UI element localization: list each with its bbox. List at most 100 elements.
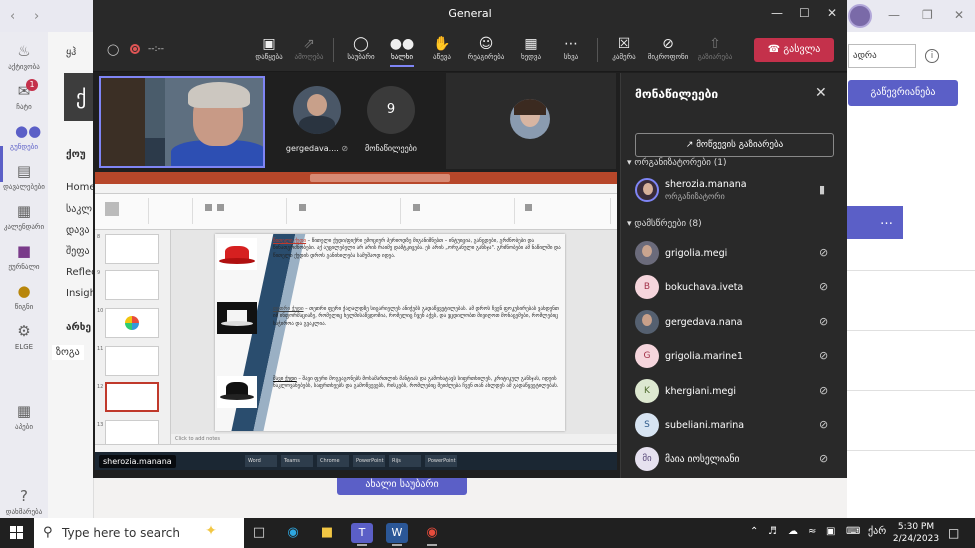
chat-button[interactable]: ◯ საუბარი (339, 35, 383, 61)
video-background (101, 78, 145, 166)
participants-panel: მონაწილეები ✕ ↗ მოწვევის გაზიარება ▾ ორგ… (620, 73, 847, 478)
close-icon[interactable]: ✕ (815, 85, 827, 101)
wifi-icon[interactable]: ≈ (808, 526, 816, 537)
mic-button[interactable]: ⊘ მიკროფონი (646, 35, 690, 61)
attendees-header[interactable]: ▾ დამსწრეები (8) (627, 219, 702, 229)
rail-item-chat[interactable]: ✉ 1 ჩატი (0, 79, 48, 111)
slide-thumbnail[interactable] (105, 308, 159, 338)
participant-row[interactable]: grigolia.megi ⊘ (621, 239, 848, 269)
close-icon[interactable]: ✕ (827, 6, 837, 20)
avatar: S (635, 413, 659, 437)
slide-thumbnail-selected[interactable] (105, 382, 159, 412)
slide-thumbnail[interactable] (105, 234, 159, 264)
join-button[interactable]: გაწევრიანება (848, 80, 958, 106)
more-icon: ⋯ (564, 36, 578, 52)
participant-row[interactable]: S subeliani.marina ⊘ (621, 411, 848, 441)
recording-icon (130, 44, 140, 54)
channel-insights[interactable]: Insigh (66, 288, 96, 299)
speaker-icon[interactable]: ♬ (768, 526, 777, 537)
keyboard-icon[interactable]: ⌨ (846, 526, 860, 537)
channel-class[interactable]: საკლ (66, 204, 92, 215)
more-button[interactable]: ⋯ სხვა (549, 35, 593, 61)
shared-screen[interactable]: 8 9 10 11 12 13 წითელი ქუდი – წითელი ქუდ… (95, 172, 617, 470)
bg-divider (847, 390, 975, 391)
share-icon: ↗ (685, 140, 694, 150)
ribbon-group (291, 198, 401, 224)
chevron-up-icon[interactable]: ⌃ (750, 526, 758, 537)
windows-start-icon[interactable] (10, 526, 24, 540)
slide-canvas: წითელი ქუდი – წითელი ქუდი/ფიქრი ემოციურ … (171, 230, 617, 456)
slide-thumbnail[interactable] (105, 270, 159, 300)
input-language[interactable]: ქარ (868, 526, 886, 537)
back-arrow-icon[interactable]: ‹ (10, 9, 15, 24)
participant-name: gergedava.... ⊘ (285, 144, 349, 153)
speaker-video-tile[interactable] (99, 76, 265, 168)
file-explorer-icon[interactable]: ■ (316, 523, 338, 543)
participant-name: მაია იოსელიანი (665, 454, 740, 465)
notification-icon[interactable]: □ (948, 526, 959, 540)
rail-item-elge[interactable]: ⚙ ELGE (0, 322, 48, 351)
search-highlight-icon[interactable]: ✦ (186, 521, 236, 541)
assignments-icon: ▤ (16, 162, 32, 180)
participant-row[interactable]: B bokuchava.iveta ⊘ (621, 273, 848, 303)
monitor-icon[interactable]: ▣ (826, 526, 835, 537)
forward-arrow-icon[interactable]: › (34, 9, 39, 24)
participant-row[interactable]: sherozia.manana ორგანიზატორი ▮ (621, 176, 848, 206)
info-icon[interactable]: i (925, 49, 939, 63)
participant-row[interactable]: მი მაია იოსელიანი ⊘ (621, 445, 848, 475)
participant-row[interactable]: K khergiani.megi ⊘ (621, 377, 848, 407)
maximize-icon[interactable]: ☐ (799, 6, 810, 20)
share-invite-button[interactable]: ↗ მოწვევის გაზიარება (635, 133, 834, 157)
participant-tile[interactable]: gergedava.... ⊘ (277, 73, 357, 169)
meeting-title-bar: General — ☐ ✕ (93, 0, 847, 28)
teams-app-icon[interactable]: T (351, 523, 373, 546)
share-screen-button[interactable]: ⇧ გაზიარება (693, 35, 737, 61)
camera-button[interactable]: ☒ კამერა (602, 35, 646, 61)
cloud-icon[interactable]: ☁ (788, 526, 798, 537)
rail-item-apps[interactable]: ▦ აპები (0, 402, 48, 431)
channel-assignments[interactable]: დავა (66, 225, 89, 236)
new-conversation-button[interactable]: ახალი საუბარი (337, 475, 467, 495)
camera-off-icon: ☒ (617, 36, 631, 52)
rail-item-assignments[interactable]: ▤ დავალებები (0, 162, 48, 191)
clock[interactable]: 5:30 PM 2/24/2023 (888, 521, 944, 545)
raise-hand-button[interactable]: ✋ აწევა (420, 35, 464, 61)
channel-grades[interactable]: შეფა (66, 246, 90, 257)
task-view-icon[interactable]: □ (248, 523, 270, 543)
channel-general[interactable]: ზოგა (52, 345, 84, 360)
minimize-icon[interactable]: — (888, 8, 900, 22)
organizers-header[interactable]: ▾ ორგანიზატორები (1) (627, 158, 727, 168)
participant-tile[interactable] (446, 73, 616, 169)
slide-thumbnail[interactable] (105, 346, 159, 376)
channel-home[interactable]: Home (66, 182, 96, 193)
minimize-icon[interactable]: — (771, 6, 783, 20)
start-button[interactable]: ▣ დაწყება (247, 35, 291, 61)
shield-icon[interactable]: ◯ (107, 43, 119, 56)
powerpoint-status-bar (95, 444, 617, 452)
restore-icon[interactable]: ❐ (922, 8, 933, 22)
rail-item-book[interactable]: ● წიგნი (0, 282, 48, 311)
user-avatar[interactable] (848, 4, 872, 28)
rail-item-help[interactable]: ? დახმარება (0, 487, 48, 516)
participant-row[interactable]: gergedava.nana ⊘ (621, 308, 848, 338)
close-icon[interactable]: ✕ (954, 8, 964, 22)
participant-name: khergiani.megi (665, 386, 737, 397)
bg-more-card[interactable]: … (847, 206, 903, 239)
word-app-icon[interactable]: W (386, 523, 408, 546)
edge-icon[interactable]: ◉ (282, 523, 304, 543)
pop-out-button[interactable]: ⇗ ამოღება (287, 35, 331, 61)
leave-button[interactable]: ☎ გასვლა (754, 38, 834, 62)
participant-count-tile[interactable]: 9 მონაწილეები (351, 73, 431, 169)
people-button[interactable]: ●● ხალხი (380, 35, 424, 67)
chrome-app-icon[interactable]: ◉ (421, 523, 443, 546)
view-button[interactable]: ▦ ხედვა (509, 35, 553, 61)
rail-item-calendar[interactable]: ▦ კალენდარი (0, 202, 48, 231)
mic-off-icon: ⊘ (341, 144, 349, 153)
rail-item-journal[interactable]: ■ ჟურნალი (0, 242, 48, 271)
participant-row[interactable]: G grigolia.marine1 ⊘ (621, 342, 848, 372)
bg-team-pill[interactable]: ადრა (848, 44, 916, 68)
team-panel-back[interactable]: ყჰ (66, 47, 76, 58)
rail-item-activity[interactable]: ♨ აქტივობა (0, 42, 48, 71)
rail-item-teams[interactable]: ●● გუნდები (0, 122, 48, 151)
react-button[interactable]: ☺ რეაგირება (464, 35, 508, 61)
